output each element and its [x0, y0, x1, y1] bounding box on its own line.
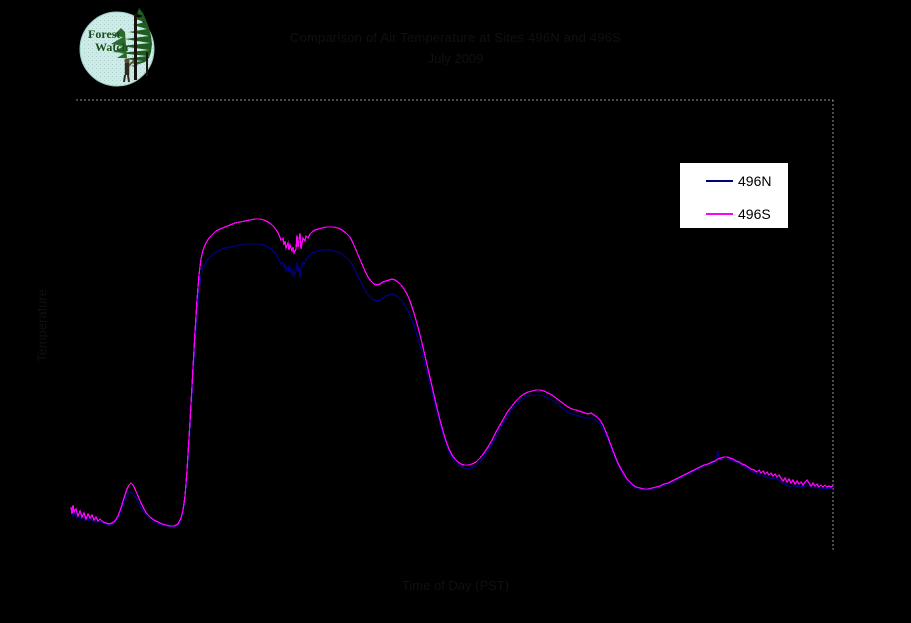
legend-line-swatch-496N	[706, 180, 733, 182]
legend-label-496S: 496S	[738, 206, 771, 222]
legend-box: 496N 496S	[679, 162, 789, 229]
chart-title-line2: July 2009	[427, 51, 484, 66]
chart-title-block: Comparison of Air Temperature at Sites 4…	[0, 30, 911, 66]
chart-title-line1: Comparison of Air Temperature at Sites 4…	[289, 30, 621, 45]
legend-entry-496S: 496S	[680, 206, 790, 222]
chart-canvas: Forest Watch Comparison of Air Temperatu…	[0, 0, 911, 623]
line-chart-plot	[70, 99, 834, 551]
legend-entry-496N: 496N	[680, 173, 790, 189]
legend-line-swatch-496S	[706, 213, 733, 215]
y-axis-title: Temperature	[34, 289, 50, 362]
x-axis-title: Time of Day (PST)	[401, 578, 510, 593]
legend-label-496N: 496N	[738, 173, 772, 189]
series-line-496S	[70, 218, 834, 527]
